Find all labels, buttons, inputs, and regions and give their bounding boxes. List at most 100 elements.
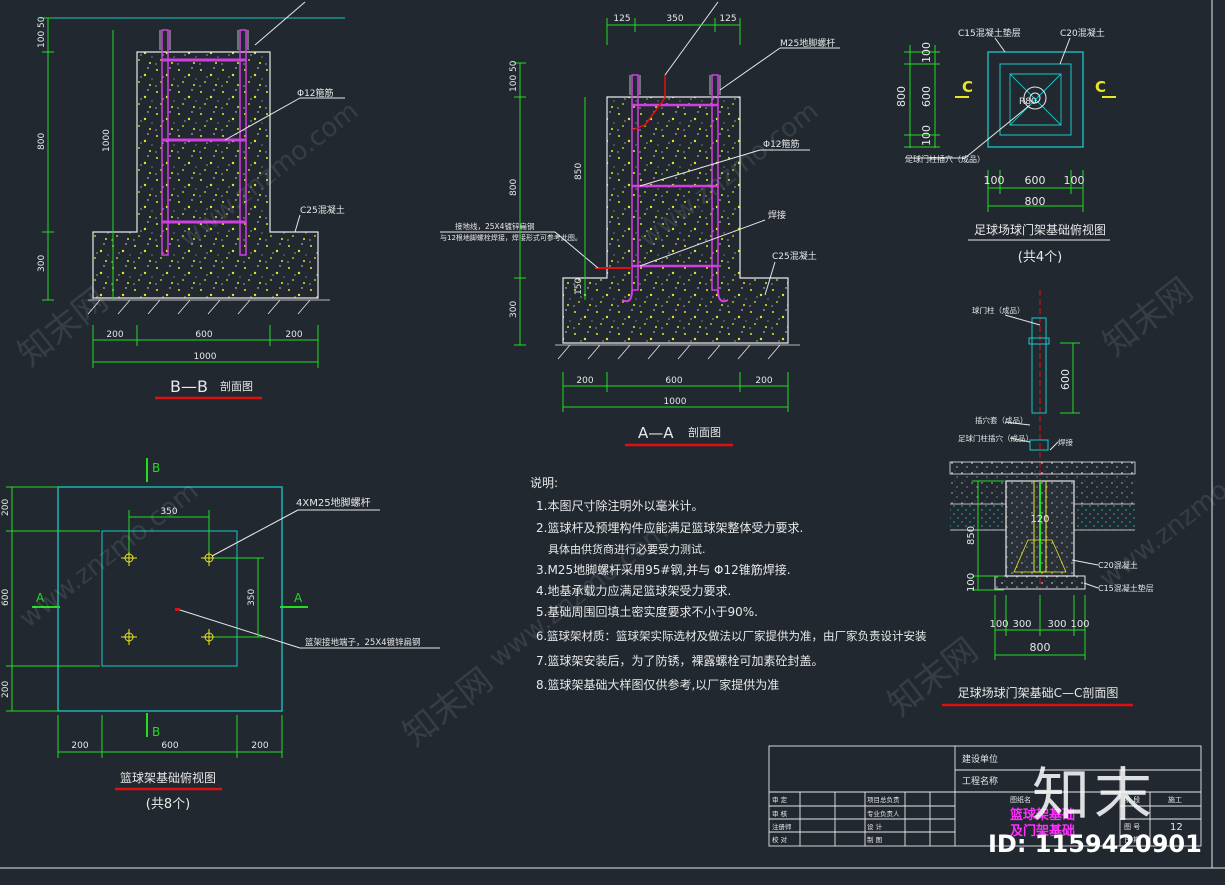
aa-dim-bottom-2: 200 (755, 376, 772, 386)
section-aa: M25地脚螺杆 Φ12箍筋 焊接 C25混凝土 接地线，25X4镀锌扁钢 与12… (440, 1, 840, 447)
bb-concrete-body (92, 51, 319, 299)
notes-item-8: 8.篮球架基础大样图仅供参考,以厂家提供为准 (536, 677, 779, 692)
aa-dim-total: 1000 (664, 397, 687, 407)
notes-heading: 说明: (530, 475, 558, 490)
aa-ground-label-a: 接地线，25X4镀锌扁钢 (455, 221, 534, 231)
bb-dim-left-0: 100 50 (37, 16, 47, 48)
bp-dim-bottom-0: 200 (71, 741, 88, 751)
bb-rebar-label: Φ12箍筋 (297, 87, 334, 99)
bp-count: (共8个) (146, 797, 190, 812)
fb-c15-label: C15混凝土垫层 (958, 27, 1021, 39)
watermark-id: ID: 1159420901 (988, 830, 1202, 858)
bp-dim-bottom-2: 200 (251, 741, 268, 751)
cc-weld-label: 焊接 (1058, 437, 1074, 447)
aa-dim-left-3: 150 (574, 278, 584, 295)
fb-plan-title: 足球场球门架基础俯视图 (974, 222, 1106, 237)
cc-title: 足球场球门架基础C—C剖面图 (958, 685, 1119, 700)
cc-c20-label: C20混凝土 (1098, 560, 1138, 570)
cc-post-label: 球门柱（成品） (972, 305, 1025, 315)
aa-dim-left-2: 800 (509, 179, 519, 196)
bb-concrete-label: C25混凝土 (300, 204, 345, 216)
bp-dim-bottom-1: 600 (161, 741, 178, 751)
cc-socket-label: 足球门柱插穴（成品） (958, 433, 1033, 443)
bp-section-b-top: B (152, 461, 160, 475)
aa-rebar-label: Φ12箍筋 (763, 138, 800, 150)
bb-dim-left-3: 300 (37, 255, 47, 272)
bp-bolts-label: 4XM25地脚螺杆 (296, 496, 371, 509)
bb-dim-bottom-2: 200 (285, 330, 302, 340)
fb-total: 800 (1025, 195, 1046, 208)
aa-dim-left-4: 300 (509, 301, 519, 318)
tb-row-mid-2: 设 计 (867, 822, 883, 831)
fb-section-c-left: C (962, 78, 973, 96)
aa-ground-label-b: 与12根地脚螺栓焊接，焊接形式可参考此图。 (440, 233, 582, 242)
tb-project: 工程名称 (962, 775, 998, 787)
aa-dim-top-0: 125 (613, 14, 630, 24)
cc-dim-100: 100 (966, 573, 977, 592)
notes-item-2: 具体由供货商进行必要受力测试. (548, 542, 706, 556)
fb-left-dim-0: 100 (920, 42, 933, 63)
notes-item-3: 3.M25地脚螺杆采用95#钢,并与 Φ12锥筋焊接. (536, 562, 791, 577)
bp-dim-top: 350 (160, 507, 177, 517)
bp-dim-right: 350 (247, 589, 257, 606)
notes-item-5: 5.基础周围回填土密实度要求不小于90%. (536, 604, 758, 619)
fb-plan-count: (共4个) (1018, 250, 1062, 265)
bp-dim-left-1: 600 (1, 589, 11, 606)
watermark-brand-logo: 知末 (1032, 761, 1157, 829)
cc-total: 800 (1030, 641, 1051, 654)
section-cc: 球门柱（成品） 600 插穴套（成品） 足球门柱插穴（成品） 焊接 120 C2… (942, 290, 1154, 707)
bp-dim-left-2: 200 (1, 681, 11, 698)
notes-item-6: 6.篮球架材质：篮球架实际选材及做法以厂家提供为准，由厂家负责设计安装 (536, 629, 927, 643)
fb-section-c-right: C (1095, 78, 1106, 96)
aa-dim-top-1: 350 (666, 14, 683, 24)
notes-item-4: 4.地基承载力应满足篮球架受力要求. (536, 583, 731, 598)
bb-dim-bottom-1: 600 (195, 330, 212, 340)
bb-title-suffix: 剖面图 (220, 379, 253, 393)
aa-concrete-body (562, 96, 789, 344)
fb-bottom-dim-0: 100 (984, 174, 1005, 187)
cc-sleeve-label: 插穴套（成品） (975, 415, 1028, 425)
section-bb: Φ12箍筋 C25混凝土 100 50 800 1000 300 200 600… (37, 1, 345, 400)
notes-block: 说明: 1.本图尺寸除注明外以毫米计。 2.篮球杆及预埋构件应能满足篮球架整体受… (530, 475, 927, 692)
aa-concrete-label: C25混凝土 (772, 250, 817, 262)
tb-row-mid-3: 制 图 (867, 835, 882, 844)
fb-c20-label: C20混凝土 (1060, 27, 1105, 39)
fb-left-dim-2: 100 (920, 125, 933, 146)
aa-dim-bottom-0: 200 (576, 376, 593, 386)
fb-left-dim-1: 600 (920, 86, 933, 107)
cc-bottom-dim-1: 300 (1012, 619, 1031, 630)
notes-item-0: 1.本图尺寸除注明外以毫米计。 (536, 498, 703, 513)
aa-title: A—A (638, 424, 674, 442)
bb-title: B—B (170, 377, 208, 396)
tb-row-mid-1: 专业负责人 (867, 809, 900, 818)
fb-bottom-dim-1: 600 (1025, 174, 1046, 187)
tb-row-left-1: 审 核 (772, 809, 788, 818)
notes-item-1: 2.篮球杆及预埋构件应能满足篮球架整体受力要求. (536, 520, 803, 535)
aa-dim-left-0: 100 50 (509, 60, 519, 92)
aa-weld-label: 焊接 (768, 209, 786, 221)
fb-left-total: 800 (895, 86, 908, 107)
tb-row-left-2: 注册师 (772, 822, 792, 831)
football-goal-plan: R80 C15混凝土垫层 C20混凝土 C C 足球门柱插穴（成品） 100 6… (895, 27, 1116, 265)
fb-radius-label: R80 (1019, 97, 1037, 107)
bb-dim-left-1: 800 (37, 133, 47, 150)
fb-post-label: 足球门柱插穴（成品） (905, 154, 985, 164)
aa-title-suffix: 剖面图 (688, 425, 721, 439)
fb-bottom-dim-2: 100 (1064, 174, 1085, 187)
cc-bottom-dim-3: 100 (1070, 619, 1089, 630)
aa-dim-left-1: 850 (574, 163, 584, 180)
bp-section-a-left: A (36, 591, 45, 605)
tb-row-left-0: 审 定 (772, 795, 788, 804)
bb-dim-total: 1000 (194, 352, 217, 362)
cc-bottom-dim-2: 300 (1047, 619, 1066, 630)
tb-row-left-3: 校 对 (772, 835, 788, 844)
bp-section-a-right: A (294, 591, 303, 605)
basketball-plan: A A B B 4XM25地脚螺杆 篮架接地端子，25X4镀锌扁钢 350 35… (1, 458, 440, 812)
cc-post-dim: 600 (1059, 369, 1072, 390)
cc-inner-dim: 120 (1030, 514, 1049, 525)
tb-row-mid-0: 项目总负责 (867, 795, 900, 804)
aa-dim-top-2: 125 (719, 14, 736, 24)
cc-bottom-dim-0: 100 (989, 619, 1008, 630)
tb-drawing-name: 图纸名 (1010, 795, 1031, 804)
bp-section-b-bottom: B (152, 725, 160, 739)
